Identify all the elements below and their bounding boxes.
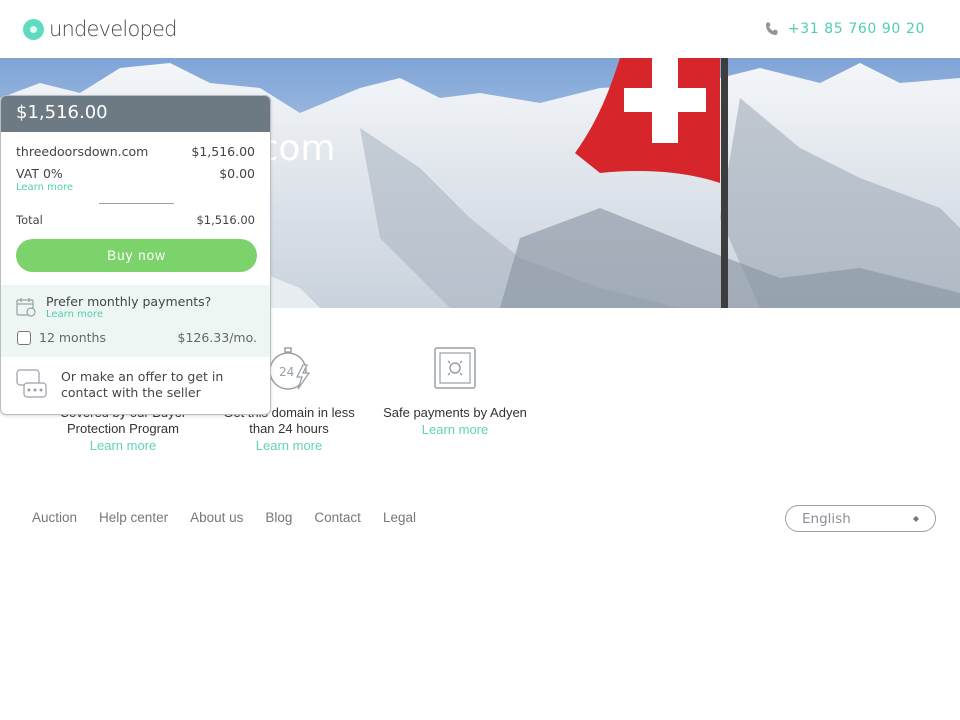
domain-row: threedoorsdown.com $1,516.00 bbox=[16, 144, 255, 159]
card-price-header: $1,516.00 bbox=[1, 96, 270, 132]
calendar-icon bbox=[16, 298, 36, 317]
phone-icon bbox=[765, 22, 778, 35]
domain-name: threedoorsdown.com bbox=[16, 144, 149, 159]
make-offer-link[interactable]: Or make an offer to get in contact with … bbox=[61, 369, 256, 401]
logo[interactable]: undeveloped bbox=[23, 17, 177, 41]
chevron-icon: ◆ bbox=[912, 514, 919, 523]
logo-text: undeveloped bbox=[49, 17, 177, 41]
footer-link-contact[interactable]: Contact bbox=[314, 510, 361, 525]
monthly-checkbox[interactable] bbox=[17, 331, 31, 345]
footer-link-blog[interactable]: Blog bbox=[265, 510, 292, 525]
price-card: $1,516.00 threedoorsdown.com $1,516.00 V… bbox=[0, 95, 271, 415]
feature-text: Safe payments by Adyen bbox=[383, 405, 527, 420]
footer-nav: Auction Help center About us Blog Contac… bbox=[32, 510, 438, 525]
svg-text:24: 24 bbox=[279, 365, 294, 379]
feature-learn-more-link[interactable]: Learn more bbox=[48, 438, 198, 453]
chat-bubbles-icon bbox=[16, 369, 47, 398]
language-value: English bbox=[802, 510, 851, 527]
phone-link[interactable]: +31 85 760 90 20 bbox=[764, 21, 925, 37]
safe-icon bbox=[434, 347, 476, 389]
vat-value: $0.00 bbox=[219, 166, 255, 181]
vat-learn-more-link[interactable]: Learn more bbox=[16, 182, 73, 193]
feature-learn-more-link[interactable]: Learn more bbox=[214, 438, 364, 453]
monthly-learn-more-link[interactable]: Learn more bbox=[46, 309, 103, 320]
language-select[interactable]: English ◆ bbox=[785, 505, 936, 532]
vat-row: VAT 0% $0.00 bbox=[16, 166, 255, 181]
header: undeveloped +31 85 760 90 20 bbox=[0, 0, 960, 58]
feature-safe-payments: Safe payments by Adyen Learn more bbox=[380, 345, 530, 437]
phone-number: +31 85 760 90 20 bbox=[787, 21, 925, 37]
clock-24-icon: 24 bbox=[269, 347, 311, 390]
footer-link-help-center[interactable]: Help center bbox=[99, 510, 168, 525]
monthly-price: $126.33/mo. bbox=[177, 330, 257, 345]
feature-learn-more-link[interactable]: Learn more bbox=[380, 422, 530, 437]
divider bbox=[99, 203, 174, 204]
logo-dot-icon bbox=[23, 18, 44, 40]
monthly-payments-section: Prefer monthly payments? Learn more 12 m… bbox=[1, 285, 270, 357]
domain-price: $1,516.00 bbox=[191, 144, 255, 159]
total-label: Total bbox=[16, 213, 43, 227]
total-value: $1,516.00 bbox=[196, 213, 255, 227]
total-row: Total $1,516.00 bbox=[16, 213, 255, 227]
vat-label: VAT 0% bbox=[16, 166, 63, 181]
months-label: 12 months bbox=[39, 330, 106, 345]
footer-link-legal[interactable]: Legal bbox=[383, 510, 416, 525]
footer-link-about-us[interactable]: About us bbox=[190, 510, 243, 525]
monthly-title: Prefer monthly payments? bbox=[46, 294, 212, 309]
buy-now-button[interactable]: Buy now bbox=[16, 239, 257, 272]
footer-link-auction[interactable]: Auction bbox=[32, 510, 77, 525]
